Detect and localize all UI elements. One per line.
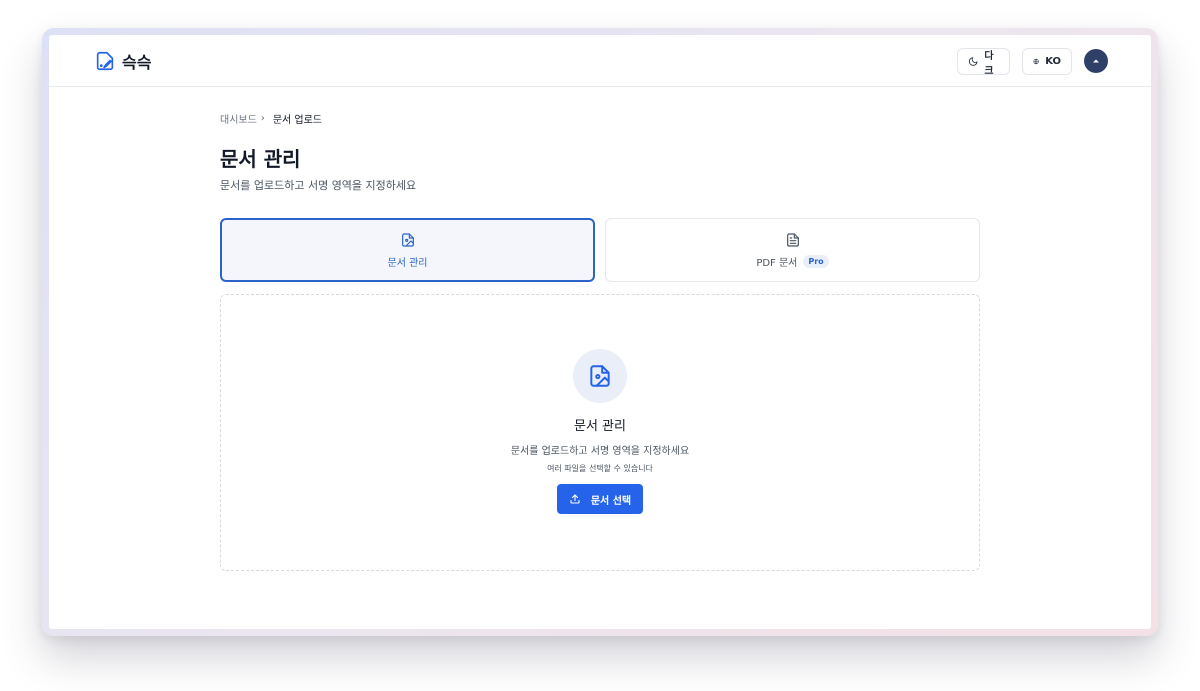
dropzone-description: 문서를 업로드하고 서명 영역을 지정하세요 [510,446,690,457]
tab-label: PDF 문서 [756,257,798,269]
file-text-icon [786,232,799,247]
page-subtitle: 문서를 업로드하고 서명 영역을 지정하세요 [220,179,417,192]
file-image-icon [590,365,610,387]
moon-icon [968,57,978,66]
file-image-icon [401,232,414,247]
select-document-label: 문서 선택 [590,495,632,507]
upload-icon [570,494,580,504]
theme-toggle-button[interactable]: 다크 [957,48,1010,77]
user-avatar[interactable] [1084,49,1108,73]
page-title: 문서 관리 [220,147,301,171]
dropzone-title: 문서 관리 [574,419,626,434]
app-window: 슥슥 다크 KO 대시보드 › 문서 업로드 문서 관리 문서를 업로드하고 서… [49,35,1151,629]
caret-up-icon [1093,59,1099,63]
tab-label-wrap: PDF 문서 Pro [756,254,829,269]
globe-icon [1033,58,1039,65]
language-label: KO [1045,56,1061,67]
dropzone-icon-circle [573,349,627,403]
select-document-button[interactable]: 문서 선택 [557,484,643,514]
breadcrumb-dashboard[interactable]: 대시보드 [220,111,257,126]
app-name: 슥슥 [122,53,152,72]
language-button[interactable]: KO [1022,48,1072,75]
chevron-right-icon: › [260,113,265,124]
breadcrumb-current: 문서 업로드 [272,115,322,126]
pro-badge: Pro [803,254,829,268]
tab-label: 문서 관리 [387,257,428,269]
tab-pdf-document[interactable]: PDF 문서 Pro [605,218,980,282]
top-bar: 슥슥 다크 KO [49,35,1151,87]
document-sign-icon [96,51,114,71]
dropzone-hint: 여러 파일을 선택할 수 있습니다 [547,464,653,473]
app-logo[interactable]: 슥슥 [94,49,151,73]
breadcrumb: 대시보드 › 문서 업로드 [220,111,322,126]
theme-toggle-label: 다크 [984,50,994,77]
upload-dropzone[interactable]: 문서 관리 문서를 업로드하고 서명 영역을 지정하세요 여러 파일을 선택할 … [220,294,980,571]
tab-document-management[interactable]: 문서 관리 [220,218,595,282]
